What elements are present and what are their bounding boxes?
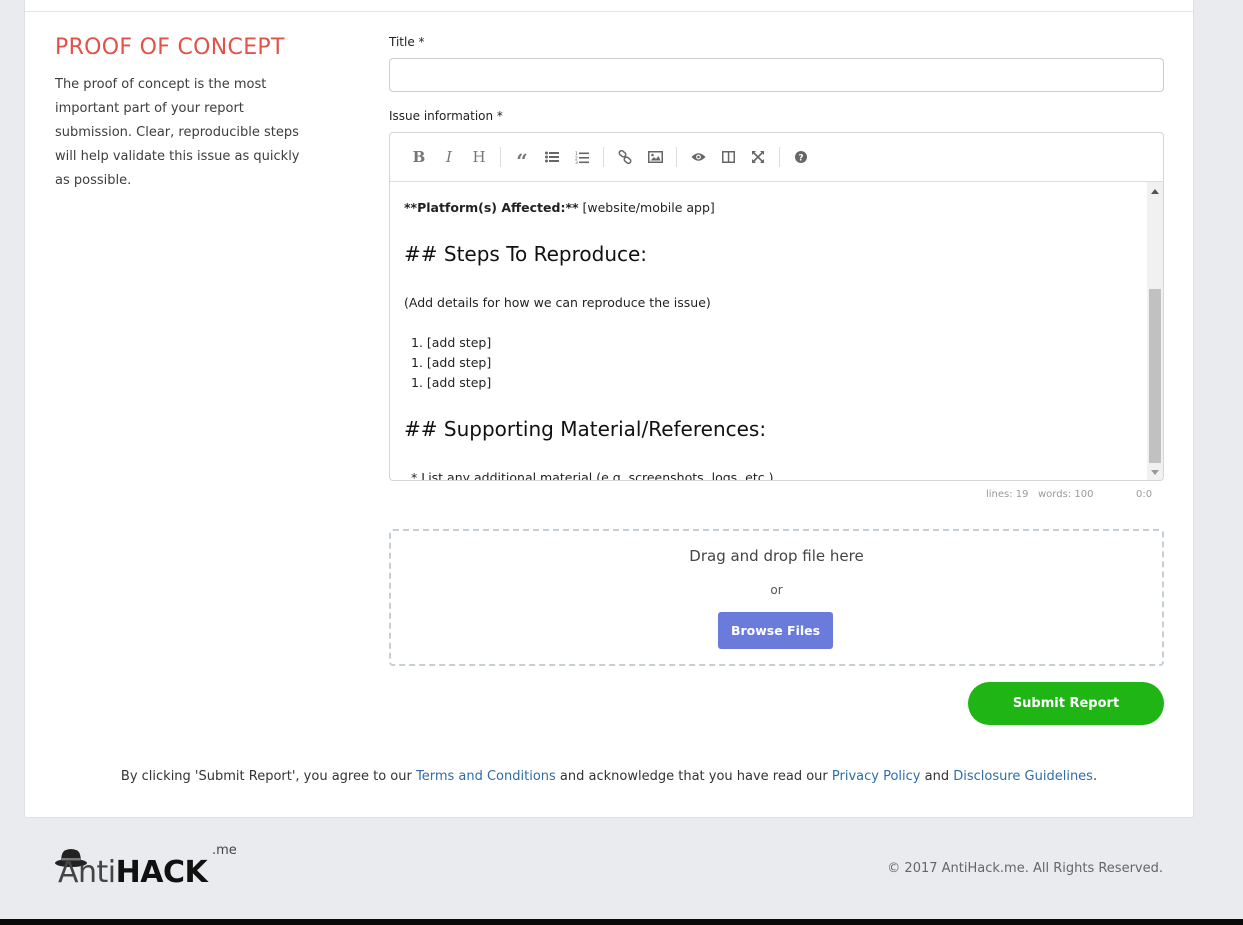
question-circle-icon: ?: [795, 151, 807, 163]
scroll-up-arrow-icon[interactable]: [1147, 184, 1163, 198]
dropzone-or-text: or: [770, 583, 783, 597]
file-dropzone[interactable]: Drag and drop file here or Browse Files: [389, 529, 1164, 666]
eye-icon: [691, 153, 705, 161]
markdown-editor: B I H “ 1 2 3 ? **Platform(s) Affected:*…: [389, 132, 1164, 481]
copyright-text: © 2017 AntiHack.me. All Rights Reserved.: [887, 861, 1163, 876]
editor-scrollbar[interactable]: [1147, 182, 1163, 480]
word-count: words: 100: [1038, 489, 1094, 500]
editor-heading-steps: ## Steps To Reproduce:: [404, 242, 648, 266]
ordered-list-icon: 1 2 3: [575, 151, 589, 164]
image-button[interactable]: [640, 142, 670, 172]
unordered-list-icon: [545, 151, 559, 163]
side-by-side-button[interactable]: [713, 142, 743, 172]
preview-button[interactable]: [683, 142, 713, 172]
expand-icon: [752, 151, 764, 163]
card-divider: [25, 11, 1193, 12]
issue-information-label: Issue information *: [389, 109, 503, 123]
ordered-list-button[interactable]: 1 2 3: [567, 142, 597, 172]
heading-button[interactable]: H: [464, 142, 494, 172]
editor-heading-supporting: ## Supporting Material/References:: [404, 417, 767, 441]
disclosure-guidelines-link[interactable]: Disclosure Guidelines: [953, 769, 1093, 784]
toolbar-separator: [500, 147, 501, 167]
editor-toolbar: B I H “ 1 2 3 ?: [390, 133, 1163, 182]
title-label: Title *: [389, 35, 425, 49]
fullscreen-button[interactable]: [743, 142, 773, 172]
columns-icon: [721, 151, 735, 163]
privacy-policy-link[interactable]: Privacy Policy: [832, 769, 921, 784]
agreement-middle: and acknowledge that you have read our: [555, 769, 832, 784]
quote-button[interactable]: “: [507, 142, 537, 172]
scrollbar-thumb[interactable]: [1149, 289, 1161, 463]
cursor-position: 0:0: [1136, 489, 1153, 500]
agreement-and: and: [920, 769, 954, 784]
toolbar-separator: [603, 147, 604, 167]
heading-icon: H: [472, 148, 486, 166]
editor-step-line: 1. [add step]: [411, 335, 492, 350]
link-button[interactable]: [610, 142, 640, 172]
link-icon: [618, 150, 632, 164]
italic-button[interactable]: I: [434, 142, 464, 172]
section-title: PROOF OF CONCEPT: [55, 35, 285, 60]
toolbar-separator: [779, 147, 780, 167]
agreement-text: By clicking 'Submit Report', you agree t…: [25, 769, 1193, 784]
scroll-down-arrow-icon[interactable]: [1147, 465, 1163, 479]
editor-steps-intro: (Add details for how we can reproduce th…: [404, 295, 711, 310]
terms-link[interactable]: Terms and Conditions: [416, 769, 556, 784]
logo-me: .me: [212, 843, 237, 858]
svg-text:3: 3: [575, 160, 578, 164]
toolbar-separator: [676, 147, 677, 167]
report-form-card: PROOF OF CONCEPT The proof of concept is…: [24, 0, 1194, 818]
italic-icon: I: [446, 148, 452, 166]
logo-hack: HACK: [115, 855, 208, 890]
agreement-suffix: .: [1092, 769, 1098, 784]
editor-text-area[interactable]: **Platform(s) Affected:** [website/mobil…: [390, 182, 1163, 481]
image-icon: [647, 151, 663, 163]
line-count: lines: 19: [986, 489, 1029, 500]
agreement-prefix: By clicking 'Submit Report', you agree t…: [120, 769, 416, 784]
submit-report-button[interactable]: Submit Report: [968, 682, 1164, 725]
bold-button[interactable]: B: [404, 142, 434, 172]
section-description: The proof of concept is the most importa…: [55, 77, 300, 188]
antihack-logo[interactable]: AntiHACK .me: [54, 843, 244, 893]
platform-placeholder-text: [website/mobile app]: [578, 200, 715, 215]
editor-step-line: 1. [add step]: [411, 375, 492, 390]
browse-files-button[interactable]: Browse Files: [718, 612, 833, 649]
logo-wordmark: AntiHACK: [58, 855, 208, 890]
editor-statusbar: lines: 19 words: 100 0:0: [389, 489, 1164, 503]
editor-supporting-item: * List any additional material (e.g. scr…: [411, 470, 774, 481]
title-input[interactable]: [389, 58, 1164, 92]
logo-anti: Anti: [58, 855, 116, 890]
dropzone-title: Drag and drop file here: [689, 547, 864, 565]
editor-line-platform: **Platform(s) Affected:** [website/mobil…: [404, 200, 715, 215]
markdown-guide-button[interactable]: ?: [786, 142, 816, 172]
platform-bold-text: **Platform(s) Affected:**: [404, 200, 579, 215]
svg-text:?: ?: [798, 154, 803, 164]
window-bottom-edge: [0, 919, 1243, 925]
editor-step-line: 1. [add step]: [411, 355, 492, 370]
quote-icon: “: [516, 149, 528, 173]
unordered-list-button[interactable]: [537, 142, 567, 172]
bold-icon: B: [412, 148, 426, 166]
